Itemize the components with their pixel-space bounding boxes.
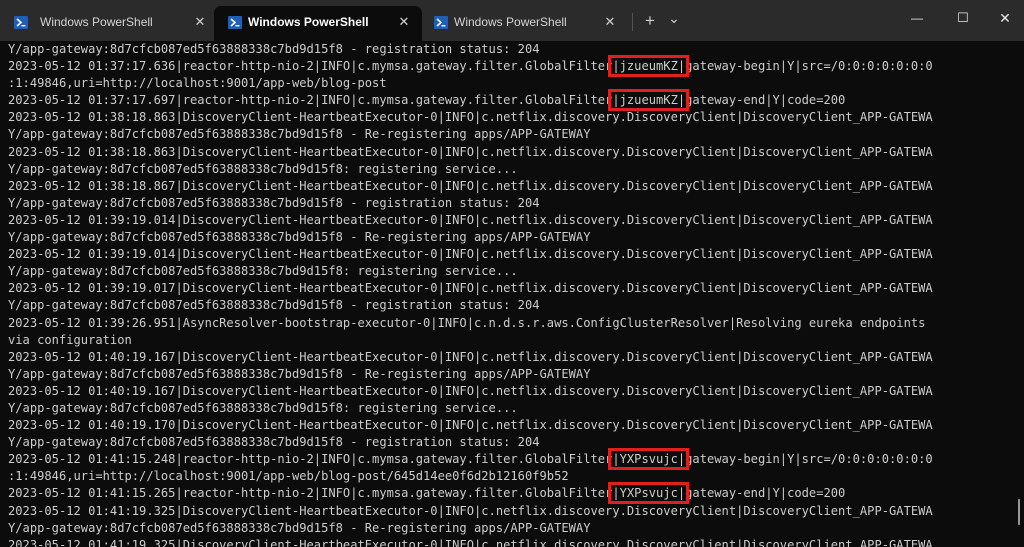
log-line: Y/app-gateway:8d7cfcb087ed5f63888338c7bd… (8, 434, 933, 451)
log-line: Y/app-gateway:8d7cfcb087ed5f63888338c7bd… (8, 161, 933, 178)
log-line: 2023-05-12 01:38:18.863|DiscoveryClient-… (8, 109, 933, 126)
log-line: 2023-05-12 01:41:15.248|reactor-http-nio… (8, 448, 933, 471)
log-text: 2023-05-12 01:41:19.325|DiscoveryClient-… (8, 537, 933, 547)
log-text: gateway-begin|Y|src=/0:0:0:0:0:0:0 (685, 59, 933, 74)
log-text: 2023-05-12 01:39:19.014|DiscoveryClient-… (8, 212, 933, 227)
tab-label: Windows PowerShell (40, 15, 153, 29)
log-text: 2023-05-12 01:39:19.017|DiscoveryClient-… (8, 281, 933, 296)
powershell-icon (434, 16, 448, 29)
log-text: 2023-05-12 01:37:17.636|reactor-http-nio… (8, 59, 613, 74)
log-line: :1:49846,uri=http://localhost:9001/app-w… (8, 468, 933, 485)
tab-label: Windows PowerShell (454, 15, 567, 29)
log-text: 2023-05-12 01:37:17.697|reactor-http-nio… (8, 93, 613, 108)
log-line: Y/app-gateway:8d7cfcb087ed5f63888338c7bd… (8, 263, 933, 280)
terminal-window: Windows PowerShell ✕ Windows PowerShell … (0, 0, 1024, 547)
log-text: :1:49846,uri=http://localhost:9001/app-w… (8, 76, 387, 91)
dropdown-chevron-icon[interactable]: ⌄ (664, 8, 684, 28)
highlighted-request-id: |YXPsvujc| (608, 448, 690, 471)
title-bar: Windows PowerShell ✕ Windows PowerShell … (0, 0, 1024, 41)
minimize-button[interactable]: — (894, 0, 940, 36)
log-line: Y/app-gateway:8d7cfcb087ed5f63888338c7bd… (8, 229, 933, 246)
maximize-button[interactable]: ☐ (940, 0, 986, 36)
log-line: 2023-05-12 01:40:19.170|DiscoveryClient-… (8, 417, 933, 434)
log-text: gateway-begin|Y|src=/0:0:0:0:0:0:0 (685, 452, 933, 467)
log-text: 2023-05-12 01:40:19.167|DiscoveryClient-… (8, 349, 933, 364)
highlighted-request-id: |jzueumKZ| (608, 55, 690, 78)
tab-powershell-1[interactable]: Windows PowerShell ✕ (0, 6, 218, 41)
log-line: Y/app-gateway:8d7cfcb087ed5f63888338c7bd… (8, 297, 933, 314)
log-text: via configuration (8, 332, 132, 347)
log-text: 2023-05-12 01:40:19.170|DiscoveryClient-… (8, 418, 933, 433)
log-text: 2023-05-12 01:38:18.867|DiscoveryClient-… (8, 178, 933, 193)
log-text: Y/app-gateway:8d7cfcb087ed5f63888338c7bd… (8, 520, 591, 535)
log-line: 2023-05-12 01:41:19.325|DiscoveryClient-… (8, 537, 933, 547)
log-text: gateway-end|Y|code=200 (685, 486, 846, 501)
log-text: Y/app-gateway:8d7cfcb087ed5f63888338c7bd… (8, 435, 540, 450)
log-line: Y/app-gateway:8d7cfcb087ed5f63888338c7bd… (8, 126, 933, 143)
log-line: Y/app-gateway:8d7cfcb087ed5f63888338c7bd… (8, 400, 933, 417)
log-text: 2023-05-12 01:41:15.265|reactor-http-nio… (8, 486, 613, 501)
log-text: gateway-end|Y|code=200 (685, 93, 846, 108)
log-line: 2023-05-12 01:37:17.636|reactor-http-nio… (8, 55, 933, 78)
log-text: Y/app-gateway:8d7cfcb087ed5f63888338c7bd… (8, 366, 591, 381)
log-text: Y/app-gateway:8d7cfcb087ed5f63888338c7bd… (8, 127, 591, 142)
log-line: 2023-05-12 01:41:19.325|DiscoveryClient-… (8, 503, 933, 520)
new-tab-button[interactable]: + (640, 11, 660, 31)
log-line: 2023-05-12 01:39:19.017|DiscoveryClient-… (8, 280, 933, 297)
log-text: Y/app-gateway:8d7cfcb087ed5f63888338c7bd… (8, 298, 540, 313)
log-line: Y/app-gateway:8d7cfcb087ed5f63888338c7bd… (8, 41, 933, 58)
close-tab-icon[interactable]: ✕ (396, 14, 412, 30)
highlighted-request-id: |jzueumKZ| (608, 89, 690, 112)
log-line: 2023-05-12 01:41:15.265|reactor-http-nio… (8, 482, 933, 505)
log-lines: Y/app-gateway:8d7cfcb087ed5f63888338c7bd… (8, 41, 933, 547)
log-text: Y/app-gateway:8d7cfcb087ed5f63888338c7bd… (8, 161, 518, 176)
log-line: 2023-05-12 01:39:26.951|AsyncResolver-bo… (8, 315, 933, 332)
log-line: Y/app-gateway:8d7cfcb087ed5f63888338c7bd… (8, 366, 933, 383)
terminal-output[interactable]: Y/app-gateway:8d7cfcb087ed5f63888338c7bd… (0, 41, 1024, 547)
log-text: Y/app-gateway:8d7cfcb087ed5f63888338c7bd… (8, 230, 591, 245)
highlighted-request-id: |YXPsvujc| (608, 482, 690, 505)
log-text: 2023-05-12 01:38:18.863|DiscoveryClient-… (8, 144, 933, 159)
log-text: Y/app-gateway:8d7cfcb087ed5f63888338c7bd… (8, 195, 540, 210)
close-tab-icon[interactable]: ✕ (192, 14, 208, 30)
log-text: 2023-05-12 01:38:18.863|DiscoveryClient-… (8, 110, 933, 125)
tab-powershell-2[interactable]: Windows PowerShell ✕ (214, 6, 422, 41)
log-line: :1:49846,uri=http://localhost:9001/app-w… (8, 75, 933, 92)
log-line: 2023-05-12 01:40:19.167|DiscoveryClient-… (8, 383, 933, 400)
log-text: 2023-05-12 01:39:26.951|AsyncResolver-bo… (8, 315, 926, 330)
powershell-icon (228, 16, 242, 29)
log-text: 2023-05-12 01:40:19.167|DiscoveryClient-… (8, 383, 933, 398)
log-text: Y/app-gateway:8d7cfcb087ed5f63888338c7bd… (8, 400, 518, 415)
log-line: 2023-05-12 01:37:17.697|reactor-http-nio… (8, 89, 933, 112)
log-text: :1:49846,uri=http://localhost:9001/app-w… (8, 469, 569, 484)
tab-label: Windows PowerShell (248, 15, 369, 29)
log-text: Y/app-gateway:8d7cfcb087ed5f63888338c7bd… (8, 264, 518, 279)
log-line: 2023-05-12 01:39:19.014|DiscoveryClient-… (8, 246, 933, 263)
log-text: 2023-05-12 01:39:19.014|DiscoveryClient-… (8, 247, 933, 262)
log-line: Y/app-gateway:8d7cfcb087ed5f63888338c7bd… (8, 195, 933, 212)
tab-powershell-3[interactable]: Windows PowerShell ✕ (422, 6, 626, 41)
tab-divider (632, 13, 633, 31)
close-window-button[interactable]: ✕ (986, 0, 1024, 36)
close-tab-icon[interactable]: ✕ (602, 14, 618, 30)
log-line: 2023-05-12 01:38:18.867|DiscoveryClient-… (8, 178, 933, 195)
log-line: 2023-05-12 01:39:19.014|DiscoveryClient-… (8, 212, 933, 229)
log-line: via configuration (8, 332, 933, 349)
log-text: 2023-05-12 01:41:19.325|DiscoveryClient-… (8, 503, 933, 518)
log-line: Y/app-gateway:8d7cfcb087ed5f63888338c7bd… (8, 520, 933, 537)
scrollbar-thumb[interactable] (1018, 499, 1020, 525)
log-line: 2023-05-12 01:40:19.167|DiscoveryClient-… (8, 349, 933, 366)
log-text: 2023-05-12 01:41:15.248|reactor-http-nio… (8, 452, 613, 467)
powershell-icon (14, 16, 28, 29)
log-line: 2023-05-12 01:38:18.863|DiscoveryClient-… (8, 144, 933, 161)
log-text: Y/app-gateway:8d7cfcb087ed5f63888338c7bd… (8, 42, 540, 56)
